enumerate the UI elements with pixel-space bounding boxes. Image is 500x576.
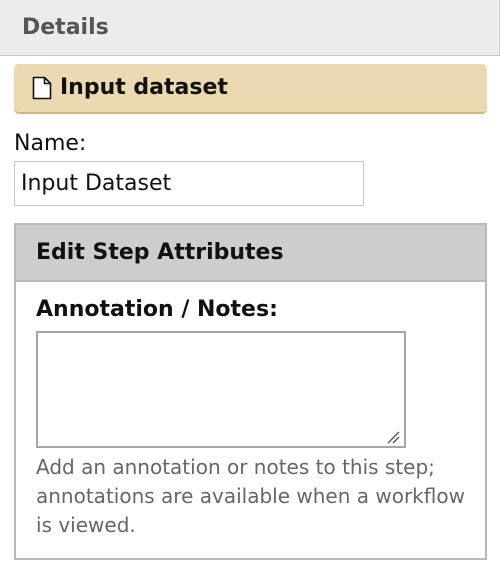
details-panel-header: Details: [0, 0, 500, 56]
annotation-textarea[interactable]: [36, 331, 406, 448]
annotation-help-text: Add an annotation or notes to this step;…: [36, 455, 465, 537]
document-icon: [32, 76, 52, 100]
name-input[interactable]: [14, 161, 364, 206]
section-legend-text: Edit Step Attributes: [36, 240, 284, 265]
edit-step-attributes-section: Edit Step Attributes Annotation / Notes:…: [14, 223, 487, 560]
section-legend: Edit Step Attributes: [16, 225, 485, 282]
resize-grip-icon[interactable]: [386, 430, 400, 444]
name-label: Name:: [14, 131, 87, 156]
node-title: Input dataset: [60, 75, 228, 100]
node-title-bar: Input dataset: [14, 64, 487, 114]
annotation-label: Annotation / Notes:: [36, 297, 278, 322]
panel-title: Details: [22, 15, 109, 40]
